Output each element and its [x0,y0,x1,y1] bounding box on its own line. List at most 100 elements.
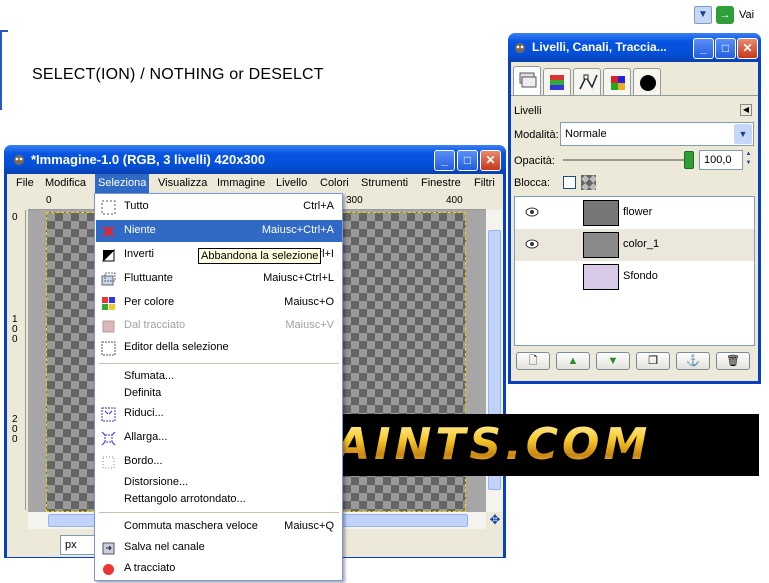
menu-item-label: Sfumata... [124,370,175,382]
unit-select[interactable]: px ▼ [60,535,109,555]
menu-item-fluttuante[interactable]: Fluttuante Maiusc+Ctrl+L [96,268,342,290]
menu-item-riduci[interactable]: Riduci... [96,403,342,425]
menu-item-allarga[interactable]: Allarga... [96,427,342,449]
layer-name: color_1 [623,238,660,250]
image-window-titlebar[interactable]: *Immagine-1.0 (RGB, 3 livelli) 420x300 _… [4,145,506,174]
menu-item-label: Bordo... [124,455,163,467]
menu-visualizza[interactable]: Visualizza [158,177,207,189]
menu-filtri[interactable]: Filtri [474,177,495,189]
opacity-stepper[interactable]: ▲ ▼ [743,150,754,170]
menu-item-label: Commuta maschera veloce [124,520,258,532]
menu-item-per-colore[interactable]: Per colore Maiusc+O [96,292,342,314]
mode-select[interactable]: Normale ▼ [560,122,754,146]
lock-label: Blocca: [514,177,551,189]
menu-file[interactable]: File [16,177,34,189]
tab-histogram[interactable] [633,68,661,95]
chevron-down-icon[interactable]: ▼ [734,124,752,144]
layers-dock-title: Livelli, Canali, Traccia... [532,40,667,54]
menu-item-label: Inverti [124,248,154,260]
go-label: Vai [739,9,755,21]
menu-colori[interactable]: Colori [320,177,349,189]
grow-icon [101,431,116,446]
menu-item-label: Editor della selezione [124,341,229,353]
menu-item-shortcut: Maiusc+Ctrl+L [263,272,334,284]
address-dropdown-button[interactable]: ▼ [694,6,712,24]
menu-separator [99,512,339,513]
menu-modifica[interactable]: Modifica [45,177,86,189]
lock-checkbox[interactable] [563,176,576,189]
close-button[interactable]: ✕ [480,150,501,171]
menu-item-label: Riduci... [124,407,164,419]
menu-item-tutto[interactable]: Tutto Ctrl+A [96,196,342,218]
layers-icon [519,72,537,88]
maximize-button[interactable]: □ [457,150,478,171]
menu-item-editor-selezione[interactable]: Editor della selezione [96,337,342,359]
opacity-slider[interactable] [563,159,688,161]
navigate-icon[interactable]: ✥ [487,512,503,529]
menu-item-salva-canale[interactable]: Salva nel canale [96,537,342,559]
lower-layer-button[interactable]: ▼ [596,352,630,370]
eye-icon[interactable] [525,206,539,218]
close-button[interactable]: ✕ [737,38,758,59]
gimp-icon [515,43,525,53]
opacity-label: Opacità: [514,155,555,167]
menu-immagine[interactable]: Immagine [217,177,265,189]
vertical-ruler[interactable]: 0 1 0 0 2 0 0 [8,210,26,510]
tab-layers[interactable] [513,66,541,95]
menu-item-shortcut: Maiusc+V [285,319,334,331]
menu-item-label: Niente [124,224,156,236]
raise-layer-button[interactable]: ▲ [556,352,590,370]
layer-row[interactable]: color_1 [515,229,754,261]
menubar: File Modifica Seleziona Visualizza Immag… [7,174,503,194]
go-button[interactable]: → Vai [716,6,768,24]
menu-item-shortcut: Maiusc+Q [284,520,334,532]
new-layer-button[interactable]: 🗋 [516,352,550,370]
tab-colormap[interactable] [603,68,631,95]
minimize-button[interactable]: _ [693,38,714,59]
menu-item-niente[interactable]: Niente Maiusc+Ctrl+A [96,220,342,242]
opacity-slider-handle[interactable] [684,151,694,169]
layer-row[interactable]: Sfondo [515,261,754,293]
tab-channels[interactable] [543,68,571,95]
minimize-button[interactable]: _ [434,150,455,171]
to-path-icon [103,564,114,575]
menu-item-a-tracciato[interactable]: A tracciato [96,558,342,580]
anchor-layer-button[interactable]: ⚓ [676,352,710,370]
menu-item-dal-tracciato[interactable]: Dal tracciato Maiusc+V [96,315,342,337]
menu-finestre[interactable]: Finestre [421,177,461,189]
menu-item-rettangolo-arrotondato[interactable]: Rettangolo arrotondato... [96,489,342,511]
opacity-spinbox[interactable]: 100,0 [699,150,743,170]
menu-livello[interactable]: Livello [276,177,307,189]
ruler-tick: 0 [12,434,18,445]
layer-thumbnail [583,264,619,290]
kaints-logo-banner: KAINTS.com [278,414,759,476]
shrink-icon [101,407,116,422]
browser-toolbar [0,0,769,30]
menu-item-label: Salva nel canale [124,541,205,553]
layer-thumbnail [583,200,619,226]
menu-strumenti[interactable]: Strumenti [361,177,408,189]
opacity-value: 100,0 [704,154,732,166]
layers-dock-titlebar[interactable]: Livelli, Canali, Traccia... _ □ ✕ [508,33,761,62]
layer-name: flower [623,206,653,218]
tab-paths[interactable] [573,68,601,95]
tooltip: Abbandona la selezione [198,248,322,264]
maximize-button[interactable]: □ [715,38,736,59]
paths-icon [579,74,598,90]
layer-row[interactable]: flower [515,197,754,229]
lock-alpha-icon[interactable] [581,175,596,190]
menu-item-label: A tracciato [124,562,176,574]
panel-title: Livelli [514,105,542,117]
menu-seleziona[interactable]: Seleziona [95,174,150,194]
menu-item-bordo[interactable]: Bordo... [96,451,342,473]
menu-item-maschera-veloce[interactable]: Commuta maschera veloce Maiusc+Q [96,516,342,538]
panel-menu-icon[interactable]: ◀ [740,104,752,116]
menu-item-shortcut: Maiusc+Ctrl+A [261,224,334,236]
save-channel-icon [102,542,115,555]
duplicate-layer-button[interactable]: ❐ [636,352,670,370]
mode-label: Modalità: [514,129,559,141]
eye-icon[interactable] [525,238,539,250]
delete-layer-button[interactable]: 🗑 [716,352,750,370]
menu-item-label: Rettangolo arrotondato... [124,493,246,505]
menu-item-definita[interactable]: Definita [96,383,342,405]
